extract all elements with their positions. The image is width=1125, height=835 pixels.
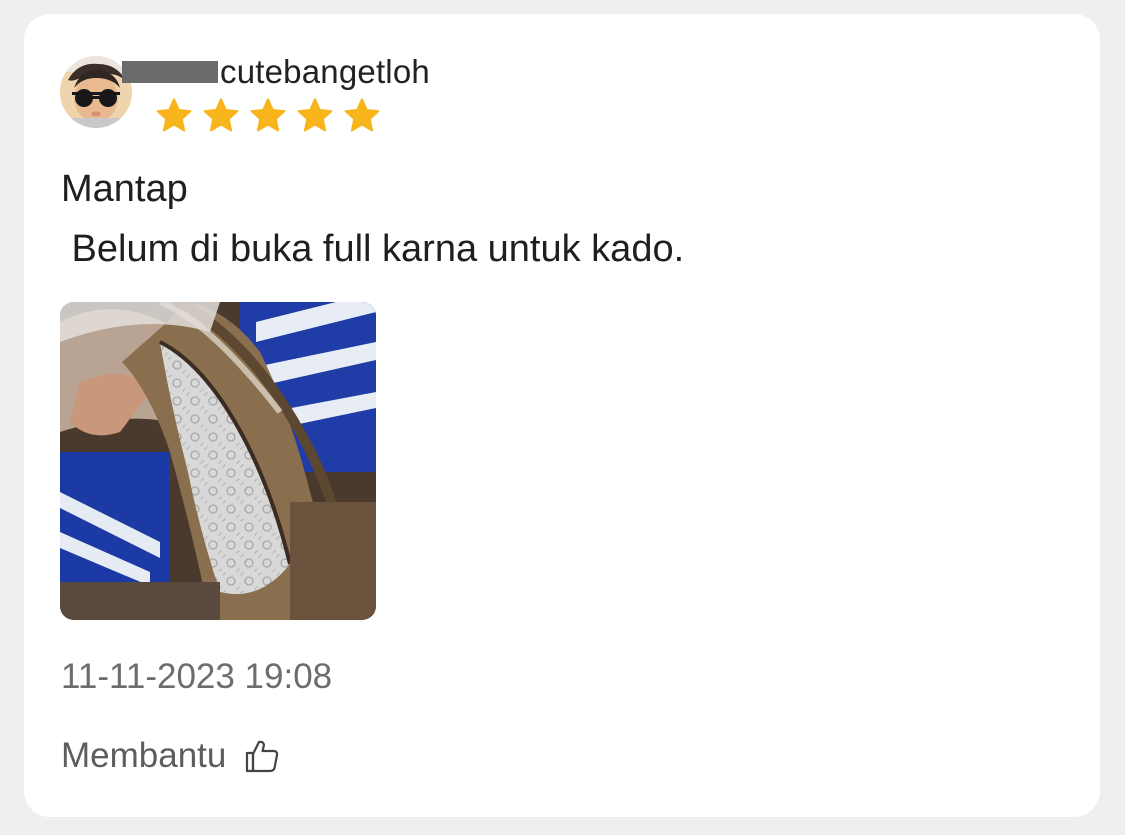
star-icon — [296, 98, 334, 134]
star-icon — [155, 98, 193, 134]
star-icon — [343, 98, 381, 134]
review-title: Mantap — [61, 168, 188, 210]
helpful-label: Membantu — [61, 736, 227, 775]
review-photo[interactable] — [60, 302, 376, 620]
review-body: Belum di buka full karna untuk kado. — [61, 228, 685, 270]
helpful-button[interactable]: Membantu — [61, 736, 280, 776]
star-icon — [249, 98, 287, 134]
username-row: cutebangetloh — [122, 52, 430, 92]
review-timestamp: 11-11-2023 19:08 — [61, 657, 333, 696]
username[interactable]: cutebangetloh — [220, 53, 430, 91]
star-icon — [202, 98, 240, 134]
thumbs-up-icon[interactable] — [244, 738, 280, 774]
star-rating — [155, 98, 381, 134]
review-photo-image — [60, 302, 376, 620]
review-card: cutebangetloh Mantap Belum di buka full … — [24, 14, 1100, 817]
username-redaction — [122, 61, 218, 83]
